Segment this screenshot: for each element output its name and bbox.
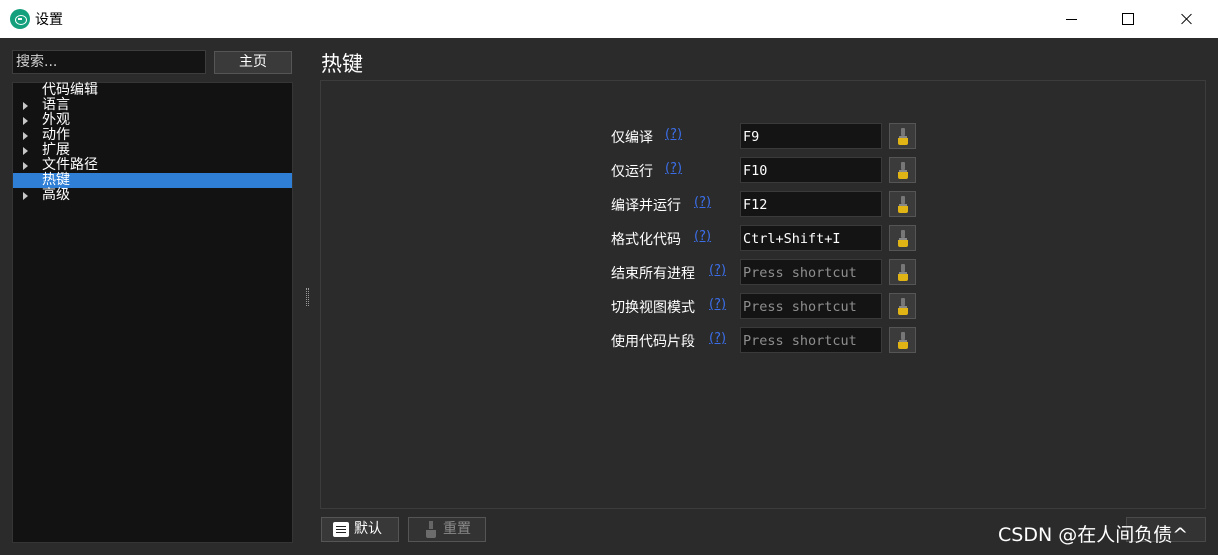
reset-button[interactable]: 重置 xyxy=(408,517,486,542)
app-logo-icon xyxy=(10,9,30,29)
hotkey-row-format-code: 格式化代码 (?) Ctrl+Shift+I xyxy=(321,225,1207,251)
brush-icon xyxy=(898,298,908,315)
tree-item-language[interactable]: 语言 xyxy=(13,98,292,113)
tree-item-actions[interactable]: 动作 xyxy=(13,128,292,143)
tree-item-label: 语言 xyxy=(42,97,70,113)
help-link[interactable]: (?) xyxy=(709,263,726,278)
document-icon xyxy=(333,522,349,537)
default-button-label: 默认 xyxy=(354,521,382,537)
reset-button-label: 重置 xyxy=(443,521,471,537)
help-link[interactable]: (?) xyxy=(709,331,726,346)
brush-icon xyxy=(426,521,436,538)
brush-icon xyxy=(898,162,908,179)
minimize-button[interactable] xyxy=(1043,0,1101,38)
hotkey-label: 编译并运行 xyxy=(611,198,681,214)
shortcut-field[interactable]: Press shortcut xyxy=(740,259,882,285)
help-link[interactable]: (?) xyxy=(665,161,682,176)
expand-arrow-icon[interactable] xyxy=(23,132,28,140)
help-link[interactable]: (?) xyxy=(709,297,726,312)
hotkey-row-run: 仅运行 (?) F10 xyxy=(321,157,1207,183)
hotkey-row-toggle-view: 切换视图模式 (?) Press shortcut xyxy=(321,293,1207,319)
shortcut-field[interactable]: Press shortcut xyxy=(740,327,882,353)
search-input[interactable] xyxy=(12,50,206,74)
hotkey-label: 切换视图模式 xyxy=(611,300,695,316)
expand-arrow-icon[interactable] xyxy=(23,192,28,200)
hotkey-row-compile-run: 编译并运行 (?) F12 xyxy=(321,191,1207,217)
hotkey-row-use-snippet: 使用代码片段 (?) Press shortcut xyxy=(321,327,1207,353)
hotkeys-panel: 仅编译 (?) F9 仅运行 (?) F10 编译并运行 (?) F12 格式化… xyxy=(320,80,1206,509)
help-link[interactable]: (?) xyxy=(694,195,711,210)
clear-shortcut-button[interactable] xyxy=(889,293,916,319)
tree-item-label: 外观 xyxy=(42,112,70,128)
watermark: CSDN @在人间负债^ xyxy=(998,524,1189,546)
tree-item-hotkeys[interactable]: 热键 xyxy=(13,173,292,188)
tree-item-code-editor[interactable]: 代码编辑 xyxy=(13,83,292,98)
tree-item-label: 文件路径 xyxy=(42,157,98,173)
help-link[interactable]: (?) xyxy=(665,127,682,142)
hotkey-label: 仅运行 xyxy=(611,164,653,180)
default-button[interactable]: 默认 xyxy=(321,517,399,542)
tree-item-label: 热键 xyxy=(42,172,70,188)
tree-item-label: 高级 xyxy=(42,187,70,203)
clear-shortcut-button[interactable] xyxy=(889,123,916,149)
expand-arrow-icon[interactable] xyxy=(23,162,28,170)
tree-item-appearance[interactable]: 外观 xyxy=(13,113,292,128)
hotkey-label: 仅编译 xyxy=(611,130,653,146)
tree-item-label: 动作 xyxy=(42,127,70,143)
hotkey-label: 格式化代码 xyxy=(611,232,681,248)
expand-arrow-icon[interactable] xyxy=(23,147,28,155)
window-title: 设置 xyxy=(35,12,63,28)
brush-icon xyxy=(898,264,908,281)
home-button[interactable]: 主页 xyxy=(214,51,292,74)
hotkey-row-compile: 仅编译 (?) F9 xyxy=(321,123,1207,149)
close-button[interactable] xyxy=(1157,0,1215,38)
tree-item-extensions[interactable]: 扩展 xyxy=(13,143,292,158)
brush-icon xyxy=(898,332,908,349)
hotkey-label: 结束所有进程 xyxy=(611,266,695,282)
tree-item-file-paths[interactable]: 文件路径 xyxy=(13,158,292,173)
shortcut-field[interactable]: Press shortcut xyxy=(740,293,882,319)
tree-item-advanced[interactable]: 高级 xyxy=(13,188,292,203)
clear-shortcut-button[interactable] xyxy=(889,225,916,251)
tree-item-label: 代码编辑 xyxy=(42,82,98,98)
shortcut-field[interactable]: F9 xyxy=(740,123,882,149)
brush-icon xyxy=(898,230,908,247)
tree-item-label: 扩展 xyxy=(42,142,70,158)
settings-tree: 代码编辑 语言 外观 动作 扩展 文件路径 热键 高级 xyxy=(12,82,293,543)
brush-icon xyxy=(898,128,908,145)
title-bar: 设置 xyxy=(0,0,1218,38)
clear-shortcut-button[interactable] xyxy=(889,327,916,353)
expand-arrow-icon[interactable] xyxy=(23,117,28,125)
clear-shortcut-button[interactable] xyxy=(889,191,916,217)
help-link[interactable]: (?) xyxy=(694,229,711,244)
hotkey-row-kill-all: 结束所有进程 (?) Press shortcut xyxy=(321,259,1207,285)
clear-shortcut-button[interactable] xyxy=(889,259,916,285)
splitter-handle[interactable] xyxy=(306,288,309,306)
hotkey-label: 使用代码片段 xyxy=(611,334,695,350)
brush-icon xyxy=(898,196,908,213)
maximize-button[interactable] xyxy=(1099,0,1157,38)
clear-shortcut-button[interactable] xyxy=(889,157,916,183)
expand-arrow-icon[interactable] xyxy=(23,102,28,110)
shortcut-field[interactable]: F10 xyxy=(740,157,882,183)
shortcut-field[interactable]: Ctrl+Shift+I xyxy=(740,225,882,251)
shortcut-field[interactable]: F12 xyxy=(740,191,882,217)
page-title: 热键 xyxy=(321,52,363,76)
